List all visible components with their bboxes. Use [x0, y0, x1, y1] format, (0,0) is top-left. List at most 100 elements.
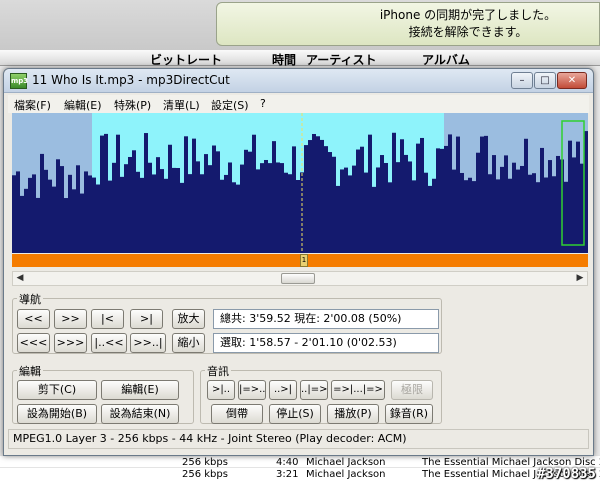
waveform-bar	[52, 186, 56, 253]
waveform-bar	[216, 151, 220, 253]
waveform-bar	[220, 179, 224, 253]
waveform-bar	[68, 174, 72, 253]
nav-sel-end-button[interactable]: >>..|	[130, 333, 166, 353]
waveform-bar	[112, 162, 116, 253]
status-bar: MPEG1.0 Layer 3 - 256 kbps - 44 kHz - Jo…	[8, 429, 589, 449]
scroll-left-icon[interactable]: ◀	[13, 272, 27, 285]
nav-sel-start-button[interactable]: |..<<	[91, 333, 127, 353]
menu-bar: 檔案(F) 編輯(E) 特殊(P) 清單(L) 設定(S) ?	[8, 95, 589, 113]
waveform-bar	[524, 138, 528, 253]
minimize-button[interactable]: –	[511, 72, 533, 89]
app-icon[interactable]: mp3	[10, 73, 28, 89]
scroll-right-icon[interactable]: ▶	[573, 272, 587, 285]
play-loop-end-button[interactable]: ..|=>	[300, 380, 328, 400]
waveform-bar	[44, 169, 48, 253]
waveform-bar	[36, 197, 40, 253]
menu-settings[interactable]: 設定(S)	[211, 97, 249, 113]
zoom-in-button[interactable]: 放大	[172, 309, 205, 329]
nav-to-end-button[interactable]: >|	[130, 309, 163, 329]
play-button[interactable]: 播放(P)	[327, 404, 379, 424]
waveform-bar	[496, 179, 500, 253]
set-end-button[interactable]: 設為結束(N)	[101, 404, 179, 424]
waveform-display[interactable]	[12, 113, 588, 253]
waveform-bar	[56, 159, 60, 253]
menu-special[interactable]: 特殊(P)	[114, 97, 151, 113]
title-bar[interactable]: mp3 11 Who Is It.mp3 - mp3DirectCut – □ …	[4, 69, 593, 93]
itunes-track-list: 256 kbps 4:40 Michael Jackson The Essent…	[0, 455, 600, 484]
waveform-bar	[332, 156, 336, 253]
play-selection-loop-button[interactable]: =>|...|=>	[331, 380, 385, 400]
rewind-button[interactable]: 倒帶	[211, 404, 263, 424]
set-start-button[interactable]: 設為開始(B)	[17, 404, 97, 424]
waveform-bar	[464, 180, 468, 253]
stop-button[interactable]: 停止(S)	[269, 404, 321, 424]
play-to-end-button[interactable]: ..>|	[269, 380, 297, 400]
menu-file[interactable]: 檔案(F)	[14, 97, 51, 113]
position-marker[interactable]: 1	[300, 254, 308, 267]
waveform-bar	[88, 175, 92, 253]
waveform-graph[interactable]	[12, 113, 588, 253]
play-loop-start-button[interactable]: |=>..	[238, 380, 266, 400]
waveform-bar	[472, 181, 476, 253]
waveform-bar	[484, 135, 488, 253]
menu-help[interactable]: ?	[260, 97, 266, 110]
waveform-bar	[340, 169, 344, 253]
cut-button[interactable]: 剪下(C)	[17, 380, 97, 400]
column-bitrate[interactable]: ビットレート	[150, 51, 222, 68]
waveform-bar	[60, 166, 64, 253]
nav-fast-rewind-button[interactable]: <<<	[17, 333, 50, 353]
zoom-out-button[interactable]: 縮小	[172, 333, 205, 353]
table-row[interactable]: 256 kbps 3:21 Michael Jackson The Essent…	[0, 467, 600, 481]
waveform-bar	[24, 188, 28, 253]
waveform-bar	[348, 175, 352, 253]
waveform-bar	[304, 145, 308, 253]
horizontal-scrollbar[interactable]: ◀ ▶	[12, 271, 588, 286]
edit-button[interactable]: 編輯(E)	[101, 380, 179, 400]
waveform-bar	[324, 146, 328, 253]
nav-to-start-button[interactable]: |<	[91, 309, 124, 329]
waveform-bar	[532, 173, 536, 253]
waveform-bar	[296, 179, 300, 253]
waveform-bar	[504, 155, 508, 253]
nav-fast-forward-button[interactable]: >>>	[54, 333, 87, 353]
position-bar[interactable]: 1	[12, 254, 588, 267]
waveform-bar	[292, 146, 296, 253]
waveform-bar	[424, 172, 428, 253]
menu-edit[interactable]: 編輯(E)	[64, 97, 102, 113]
waveform-bar	[492, 155, 496, 253]
waveform-bar	[64, 198, 68, 253]
waveform-bar	[92, 177, 96, 253]
waveform-bar	[400, 139, 404, 253]
scroll-thumb[interactable]	[281, 273, 315, 284]
waveform-bar	[412, 180, 416, 253]
column-artist[interactable]: アーティスト	[306, 51, 377, 68]
waveform-bar	[228, 162, 232, 253]
waveform-bar	[404, 154, 408, 253]
nav-rewind-button[interactable]: <<	[17, 309, 50, 329]
close-button[interactable]: ✕	[557, 72, 587, 89]
waveform-bar	[508, 178, 512, 253]
cell-time: 3:21	[276, 469, 299, 480]
waveform-bar	[224, 174, 228, 253]
waveform-bar	[536, 182, 540, 253]
column-album[interactable]: アルバム	[422, 51, 470, 68]
waveform-bar	[136, 171, 140, 253]
waveform-bar	[528, 174, 532, 253]
play-from-start-button[interactable]: >|..	[207, 380, 235, 400]
waveform-bar	[84, 171, 88, 253]
waveform-bar	[240, 164, 244, 253]
waveform-bar	[452, 169, 456, 253]
waveform-bar	[396, 162, 400, 253]
waveform-bar	[140, 177, 144, 253]
limit-button[interactable]: 極限	[391, 380, 433, 400]
maximize-button[interactable]: □	[534, 72, 556, 89]
waveform-bar	[280, 163, 284, 253]
waveform-bar	[152, 174, 156, 253]
waveform-bar	[316, 136, 320, 253]
menu-list[interactable]: 清單(L)	[163, 97, 200, 113]
record-button[interactable]: 錄音(R)	[385, 404, 433, 424]
nav-forward-button[interactable]: >>	[54, 309, 87, 329]
column-time[interactable]: 時間	[272, 51, 296, 68]
waveform-bar	[468, 177, 472, 253]
waveform-bar	[48, 179, 52, 253]
